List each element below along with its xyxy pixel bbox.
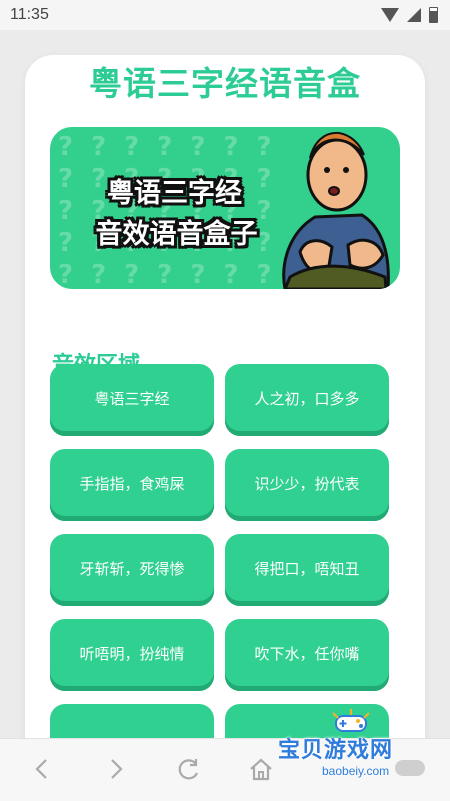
wifi-icon <box>381 8 399 22</box>
sound-button-7[interactable]: 听唔明，扮纯情 <box>50 619 214 691</box>
watermark-logo: 宝贝游戏网 baobeiy.com <box>270 708 420 788</box>
signal-icon <box>407 8 421 22</box>
battery-icon <box>429 7 438 23</box>
status-icons <box>381 7 438 23</box>
sound-button-1[interactable]: 粤语三字经 <box>50 364 214 436</box>
cartoon-boy-icon <box>282 131 390 289</box>
sound-button-4[interactable]: 识少少，扮代表 <box>225 449 389 521</box>
banner-image: ??????? ??????? ??????? ??????? ??????? … <box>50 127 400 289</box>
sound-button-6[interactable]: 得把口，唔知丑 <box>225 534 389 606</box>
page-title: 粤语三字经语音盒 <box>89 64 361 103</box>
banner-title-line1: 粤语三字经 <box>107 178 242 209</box>
watermark-url: baobeiy.com <box>322 764 390 778</box>
watermark-text: 宝贝游戏网 <box>278 738 394 763</box>
banner-title-line2: 音效语音盒子 <box>95 219 258 250</box>
sound-button-8[interactable]: 吹下水，任你嘴 <box>225 619 389 691</box>
chevron-right-icon[interactable] <box>102 756 128 782</box>
sound-button-3[interactable]: 手指指，食鸡屎 <box>50 449 214 521</box>
chevron-left-icon[interactable] <box>30 756 56 782</box>
status-bar: 11:35 <box>0 0 450 30</box>
status-time: 11:35 <box>10 6 49 23</box>
sound-button-5[interactable]: 牙斩斩，死得惨 <box>50 534 214 606</box>
sound-button-2[interactable]: 人之初，口多多 <box>225 364 389 436</box>
refresh-icon[interactable] <box>176 756 202 782</box>
